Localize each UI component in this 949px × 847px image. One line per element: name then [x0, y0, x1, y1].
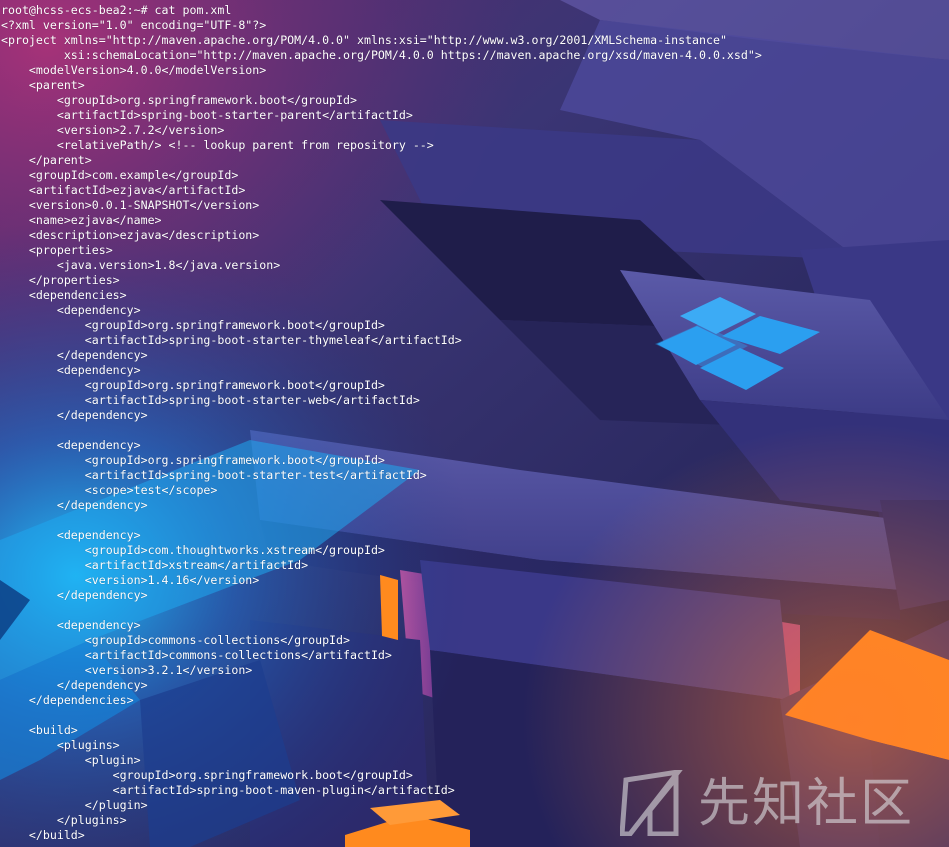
terminal-line: </properties> — [1, 273, 120, 287]
terminal-line: </dependency> — [1, 408, 148, 422]
terminal-line: <artifactId>xstream</artifactId> — [1, 558, 309, 572]
terminal-line: <version>0.0.1-SNAPSHOT</version> — [1, 198, 260, 212]
terminal-line: <artifactId>spring-boot-starter-web</art… — [1, 393, 420, 407]
terminal-line: <scope>test</scope> — [1, 483, 218, 497]
watermark-text: 先知社区 — [698, 774, 915, 834]
terminal-window: root@hcss-ecs-bea2:~# cat pom.xml <?xml v… — [0, 0, 949, 847]
terminal-line: <groupId>org.springframework.boot</group… — [1, 378, 385, 392]
terminal-line: <dependency> — [1, 438, 141, 452]
terminal-line: <groupId>com.thoughtworks.xstream</group… — [1, 543, 385, 557]
terminal-line: <artifactId>spring-boot-starter-parent</… — [1, 108, 413, 122]
terminal-line: </dependency> — [1, 588, 148, 602]
terminal-line: <dependency> — [1, 528, 141, 542]
terminal-line: <?xml version="1.0" encoding="UTF-8"?> — [1, 18, 267, 32]
terminal-line: root@hcss-ecs-bea2:~# cat pom.xml — [1, 3, 232, 17]
terminal-line: <project xmlns="http://maven.apache.org/… — [1, 33, 727, 47]
terminal-line: </dependency> — [1, 678, 148, 692]
terminal-line: <groupId>com.example</groupId> — [1, 168, 239, 182]
terminal-line: <version>2.7.2</version> — [1, 123, 225, 137]
terminal-line: <version>1.4.16</version> — [1, 573, 260, 587]
terminal-line: <dependency> — [1, 363, 141, 377]
terminal-line: <groupId>commons-collections</groupId> — [1, 633, 351, 647]
terminal-line: <artifactId>ezjava</artifactId> — [1, 183, 246, 197]
terminal-line: <groupId>org.springframework.boot</group… — [1, 453, 385, 467]
terminal-line: <version>3.2.1</version> — [1, 663, 253, 677]
terminal-output: root@hcss-ecs-bea2:~# cat pom.xml <?xml v… — [1, 3, 941, 843]
terminal-line: </dependency> — [1, 498, 148, 512]
terminal-line: </dependency> — [1, 348, 148, 362]
terminal-line: <java.version>1.8</java.version> — [1, 258, 281, 272]
terminal-line: </parent> — [1, 153, 92, 167]
terminal-line: xsi:schemaLocation="http://maven.apache.… — [1, 48, 762, 62]
terminal-line: <artifactId>commons-collections</artifac… — [1, 648, 392, 662]
terminal-line: <artifactId>spring-boot-starter-thymelea… — [1, 333, 462, 347]
xianzhi-logo-icon — [620, 770, 683, 836]
terminal-line: <parent> — [1, 78, 85, 92]
terminal-line: <groupId>org.springframework.boot</group… — [1, 93, 357, 107]
terminal-line: <plugins> — [1, 738, 120, 752]
terminal-line: <description>ezjava</description> — [1, 228, 260, 242]
terminal-line: <groupId>org.springframework.boot</group… — [1, 318, 385, 332]
terminal-line: <name>ezjava</name> — [1, 213, 162, 227]
terminal-line: <artifactId>spring-boot-starter-test</ar… — [1, 468, 427, 482]
terminal-line: <dependencies> — [1, 288, 127, 302]
terminal-line: <build> — [1, 723, 78, 737]
terminal-line: <relativePath/> <!-- lookup parent from … — [1, 138, 434, 152]
terminal-line: <dependency> — [1, 303, 141, 317]
terminal-line: <properties> — [1, 243, 113, 257]
terminal-line: <modelVersion>4.0.0</modelVersion> — [1, 63, 267, 77]
terminal-line: </dependencies> — [1, 693, 134, 707]
watermark: 先知社区 — [620, 766, 940, 838]
terminal-line: <dependency> — [1, 618, 141, 632]
